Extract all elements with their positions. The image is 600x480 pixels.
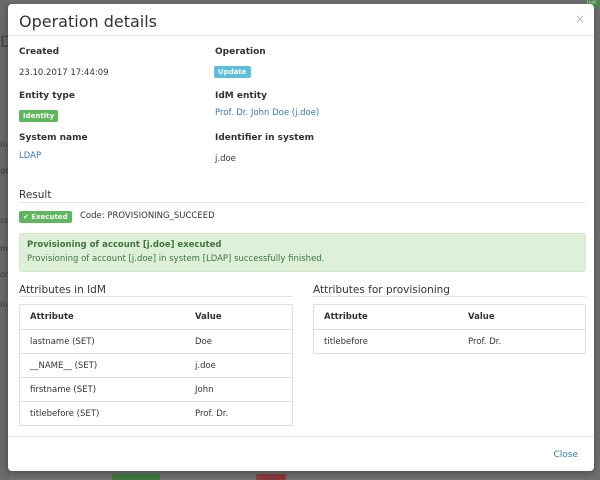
operation-badge: Update [214,66,251,78]
attribute-cell: titlebefore [324,337,368,347]
executed-badge: ✔ Executed [19,211,72,223]
result-divider [19,202,586,203]
table-header-row: Attribute Value [314,305,585,329]
modal-footer-divider [8,436,594,437]
result-code: Code: PROVISIONING_SUCCEED [80,211,215,221]
entity-type-badge: Identity [19,110,59,122]
attribute-cell: lastname (SET) [30,337,95,347]
close-button[interactable]: Close [553,450,578,460]
background-fragment: in [0,140,8,149]
background-fragment: in [0,300,8,309]
background-red-bar [256,474,286,480]
table-row: lastname (SET) Doe [20,329,292,353]
success-alert: Provisioning of account [j.doe] executed… [19,233,586,272]
alert-text: Provisioning of account [j.doe] in syste… [27,254,325,264]
value-cell: John [195,385,214,395]
value-cell: Prof. Dr. [468,337,502,347]
value-cell: j.doe [195,361,216,371]
value-cell: Prof. Dr. [195,409,229,419]
attribute-cell: firstname (SET) [30,385,97,395]
attributes-idm-title: Attributes in IdM [19,284,106,296]
value-cell: Doe [195,337,212,347]
modal-title: Operation details [19,12,158,31]
attribute-cell: __NAME__ (SET) [30,361,98,371]
background-fragment: or [0,270,9,279]
system-name-link[interactable]: LDAP [19,151,41,161]
column-header-value: Value [195,312,222,322]
attribute-cell: titlebefore (SET) [30,409,100,419]
attributes-idm-divider [19,296,293,297]
attributes-provisioning-title: Attributes for provisioning [313,284,450,296]
entity-type-label: Entity type [19,91,75,101]
background-green-bar [112,474,160,480]
column-header-attribute: Attribute [324,312,368,322]
result-title: Result [19,189,52,201]
modal-header: Operation details × [8,4,594,36]
attributes-provisioning-divider [313,296,586,297]
column-header-value: Value [468,312,495,322]
created-label: Created [19,47,60,57]
alert-title: Provisioning of account [j.doe] executed [27,240,222,250]
idm-entity-label: IdM entity [215,91,267,101]
created-value: 23.10.2017 17:44:09 [19,68,109,78]
table-row: titlebefore Prof. Dr. [314,329,585,353]
column-header-attribute: Attribute [30,312,74,322]
background-fragment: m [0,244,8,253]
close-icon[interactable]: × [575,12,585,26]
table-row: __NAME__ (SET) j.doe [20,353,292,377]
identifier-value: j.doe [215,154,236,164]
operation-details-modal: Operation details × Created 23.10.2017 1… [8,4,594,471]
identifier-label: Identifier in system [215,133,315,143]
attributes-provisioning-table: Attribute Value titlebefore Prof. Dr. [313,304,586,354]
idm-entity-link[interactable]: Prof. Dr. John Doe (j.doe) [215,108,319,118]
table-row: firstname (SET) John [20,377,292,401]
table-header-row: Attribute Value [20,305,292,329]
operation-label: Operation [215,47,266,57]
system-name-label: System name [19,133,88,143]
attributes-idm-table: Attribute Value lastname (SET) Doe __NAM… [19,304,293,426]
table-row: titlebefore (SET) Prof. Dr. [20,401,292,425]
